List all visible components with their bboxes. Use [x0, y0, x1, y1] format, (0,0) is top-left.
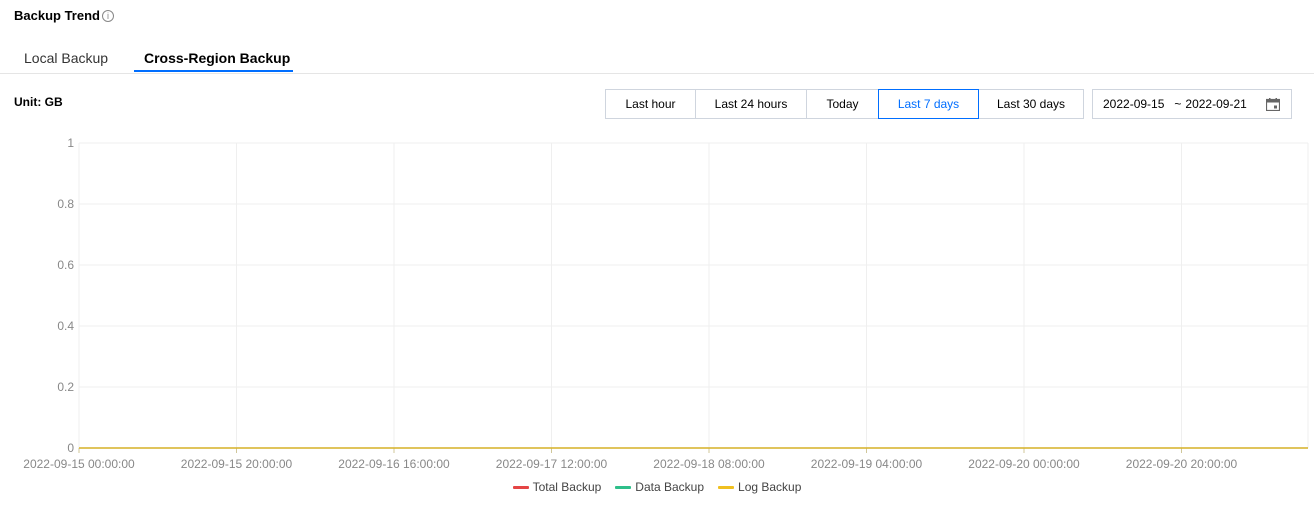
x-tick-label: 2022-09-20 20:00:00 [1126, 457, 1238, 471]
calendar-icon[interactable] [1266, 98, 1280, 111]
range-today-button[interactable]: Today [806, 89, 879, 119]
x-tick-label: 2022-09-17 12:00:00 [496, 457, 608, 471]
x-tick-label: 2022-09-19 04:00:00 [811, 457, 923, 471]
legend-item-total-backup[interactable]: Total Backup [512, 480, 602, 494]
legend-label-data-backup: Data Backup [635, 480, 705, 494]
unit-label: Unit: GB [14, 95, 63, 109]
y-tick-label: 0 [67, 441, 74, 455]
y-tick-label: 0.8 [57, 197, 74, 211]
legend-swatch-log [718, 485, 735, 489]
x-tick-label: 2022-09-18 08:00:00 [653, 457, 765, 471]
range-last-24-hours-button[interactable]: Last 24 hours [695, 89, 807, 119]
x-tick-label: 2022-09-16 16:00:00 [338, 457, 450, 471]
y-tick-label: 0.4 [57, 319, 74, 333]
date-range-picker[interactable]: 2022-09-15 ~ 2022-09-21 [1092, 89, 1292, 119]
legend-swatch-total [512, 485, 529, 489]
chart-legend: Total Backup Data Backup Log Backup [0, 480, 1314, 494]
date-range-end: 2022-09-21 [1185, 97, 1247, 111]
tab-local-backup[interactable]: Local Backup [24, 50, 108, 66]
range-last-hour-button[interactable]: Last hour [605, 89, 696, 119]
range-last-7-days-button[interactable]: Last 7 days [878, 89, 979, 119]
time-range-selector: Last hour Last 24 hours Today Last 7 day… [605, 89, 1084, 119]
date-range-separator: ~ [1174, 97, 1182, 111]
x-tick-label: 2022-09-15 00:00:00 [23, 457, 135, 471]
x-tick-label: 2022-09-15 20:00:00 [181, 457, 293, 471]
section-title: Backup Trend i [14, 8, 114, 23]
active-tab-indicator [134, 70, 293, 72]
x-tick-label: 2022-09-20 00:00:00 [968, 457, 1080, 471]
y-tick-label: 1 [67, 136, 74, 150]
legend-item-data-backup[interactable]: Data Backup [615, 480, 704, 494]
date-range-start: 2022-09-15 [1103, 97, 1165, 111]
y-tick-label: 0.6 [57, 258, 74, 272]
tab-cross-region-backup[interactable]: Cross-Region Backup [144, 50, 290, 66]
section-title-text: Backup Trend [14, 8, 100, 23]
y-tick-label: 0.2 [57, 380, 74, 394]
legend-label-log-backup: Log Backup [738, 480, 802, 494]
backup-trend-chart: 0 0.2 0.4 0.6 0.8 1 2022-09-15 00:00:00 2022-09… [23, 136, 1309, 471]
info-icon[interactable]: i [101, 9, 114, 22]
legend-item-log-backup[interactable]: Log Backup [718, 480, 801, 494]
backup-tabs: Local Backup Cross-Region Backup [0, 44, 1314, 74]
range-last-30-days-button[interactable]: Last 30 days [978, 89, 1084, 119]
legend-swatch-data [615, 485, 632, 489]
legend-label-total-backup: Total Backup [532, 480, 602, 494]
